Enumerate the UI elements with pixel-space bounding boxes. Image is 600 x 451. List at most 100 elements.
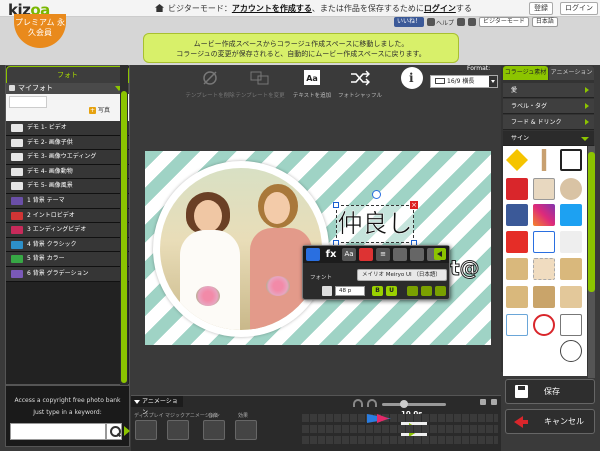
- certified-stamp-sticker[interactable]: [560, 340, 582, 362]
- airmail-sticker[interactable]: [506, 314, 528, 336]
- selected-text-box[interactable]: 仲良し: [336, 205, 414, 243]
- tab-animation[interactable]: アニメーション: [549, 66, 594, 80]
- home-icon[interactable]: [155, 4, 164, 12]
- add-photo-button[interactable]: + 写真: [89, 105, 110, 114]
- tag-sticker[interactable]: [533, 286, 555, 308]
- album-item[interactable]: 6 背景 グラデーション: [6, 266, 129, 282]
- visitor-mode-select[interactable]: ビジターモード: [479, 17, 529, 27]
- facebook-like-button[interactable]: いいね！: [394, 17, 425, 27]
- warning-sign-sticker[interactable]: [506, 149, 528, 171]
- paper-note-sticker[interactable]: [506, 258, 528, 280]
- cancel-button[interactable]: キャンセル: [505, 409, 595, 434]
- album-item[interactable]: デモ 3- 画像ウエディング: [6, 150, 129, 165]
- effects-icon[interactable]: [235, 420, 257, 440]
- album-item[interactable]: 5 背景 カラー: [6, 252, 129, 267]
- delete-element-icon[interactable]: ×: [410, 201, 418, 209]
- photo-shuffle-button[interactable]: フォトシャッフル: [330, 70, 390, 99]
- category-food-drink[interactable]: フード & ドリンク: [503, 115, 594, 130]
- album-item[interactable]: 4 背景 クラシック: [6, 237, 129, 253]
- facebook-sticker[interactable]: [506, 204, 528, 226]
- photo-thumbnail[interactable]: [9, 96, 47, 108]
- keyword-input[interactable]: [10, 423, 106, 440]
- lock-icon[interactable]: [480, 399, 486, 405]
- tab-photo[interactable]: フォト: [6, 66, 129, 83]
- display-icon[interactable]: [135, 420, 157, 440]
- outline-icon[interactable]: [410, 248, 424, 261]
- postbox-sticker[interactable]: [506, 178, 528, 200]
- album-item[interactable]: デモ 4- 画像動物: [6, 164, 129, 180]
- house-sticker[interactable]: [533, 231, 555, 253]
- magic-animation-icon[interactable]: [167, 420, 189, 440]
- cardboard-sticker[interactable]: [560, 258, 582, 280]
- create-account-link[interactable]: アカウントを作成する: [232, 4, 312, 13]
- font-style-icon[interactable]: Aa: [342, 248, 356, 261]
- twitter-sticker[interactable]: [560, 204, 582, 226]
- shadow-icon[interactable]: [393, 248, 407, 261]
- save-button[interactable]: 保存: [505, 379, 595, 404]
- login-link[interactable]: ログイン: [424, 4, 456, 13]
- music-icon[interactable]: [203, 420, 225, 440]
- save-icon: [515, 385, 528, 398]
- align-right-button[interactable]: [435, 286, 446, 296]
- font-select[interactable]: メイリオ Meiryo UI （日本語）: [357, 269, 447, 281]
- label-sticker[interactable]: [506, 286, 528, 308]
- align-left-button[interactable]: [407, 286, 418, 296]
- postmark-sticker[interactable]: [533, 314, 555, 336]
- undo-icon[interactable]: [353, 399, 363, 407]
- left-panel-scrollbar[interactable]: [121, 91, 127, 383]
- timeline-track[interactable]: [302, 436, 498, 444]
- mail-icon[interactable]: [468, 18, 477, 26]
- album-item[interactable]: 2 イントロビデオ: [6, 208, 129, 224]
- register-button[interactable]: 登録: [529, 2, 553, 15]
- color-icon[interactable]: [359, 248, 373, 261]
- rotate-handle[interactable]: [372, 190, 381, 199]
- align-center-button[interactable]: [421, 286, 432, 296]
- tab-collage-elements[interactable]: コラージュ素材: [503, 66, 548, 80]
- timeline-track[interactable]: [302, 425, 498, 433]
- paper-sticker[interactable]: [560, 286, 582, 308]
- my-photos-header[interactable]: マイフォト: [6, 83, 129, 94]
- album-item[interactable]: デモ 5- 画像風景: [6, 179, 129, 194]
- bold-button[interactable]: B: [372, 286, 383, 296]
- category-love[interactable]: 愛: [503, 83, 594, 98]
- canvas-text-fragment[interactable]: t@: [450, 256, 481, 281]
- change-template-button[interactable]: テンプレートを変更: [230, 70, 290, 99]
- language-select[interactable]: 日本語: [531, 17, 558, 27]
- sticker-scrollbar[interactable]: [588, 152, 595, 292]
- color-palette-icon[interactable]: [306, 248, 320, 261]
- album-item[interactable]: 3 エンディングビデオ: [6, 223, 129, 238]
- format-select[interactable]: 16/9 横長: [430, 75, 498, 88]
- timeline-track[interactable]: [302, 414, 498, 422]
- youtube-sticker[interactable]: [506, 231, 528, 253]
- phone-icon[interactable]: [457, 18, 466, 26]
- tab-animation-timeline[interactable]: アニメーション: [131, 396, 183, 416]
- sketch-sticker[interactable]: [560, 314, 582, 336]
- album-item[interactable]: 1 背景 テーマ: [6, 193, 129, 209]
- help-link[interactable]: ヘルプ: [427, 18, 454, 27]
- search-go-arrow-icon[interactable]: [124, 426, 130, 436]
- gmail-sticker[interactable]: [533, 178, 555, 200]
- album-item[interactable]: デモ 2- 画像子供: [6, 135, 129, 151]
- stamp-grid-sticker[interactable]: [533, 258, 555, 280]
- zoom-slider[interactable]: [382, 403, 446, 406]
- fx-tab[interactable]: fx: [323, 248, 339, 261]
- underline-button[interactable]: U: [386, 286, 397, 296]
- signpost-sticker[interactable]: [541, 149, 547, 171]
- album-item[interactable]: デモ 1- ビデオ: [6, 121, 129, 136]
- phone-sticker[interactable]: [560, 178, 582, 200]
- category-labels-tags[interactable]: ラベル・タグ: [503, 99, 594, 114]
- category-signs[interactable]: サイン: [503, 131, 594, 146]
- collapse-arrow-icon[interactable]: [434, 248, 446, 260]
- instagram-sticker[interactable]: [533, 204, 555, 226]
- info-icon[interactable]: [401, 67, 423, 89]
- login-button[interactable]: ログイン: [560, 2, 598, 15]
- hiker-sign-sticker[interactable]: [560, 149, 582, 171]
- align-icon[interactable]: ≡: [376, 248, 390, 261]
- redo-icon[interactable]: [367, 399, 377, 407]
- zoom-slider-knob[interactable]: [400, 400, 408, 408]
- resize-handle[interactable]: [333, 202, 339, 208]
- trash-icon[interactable]: [491, 399, 497, 405]
- blank-sticker[interactable]: [560, 231, 582, 253]
- font-size-select[interactable]: 48 p: [335, 286, 365, 296]
- search-icon[interactable]: [106, 423, 122, 440]
